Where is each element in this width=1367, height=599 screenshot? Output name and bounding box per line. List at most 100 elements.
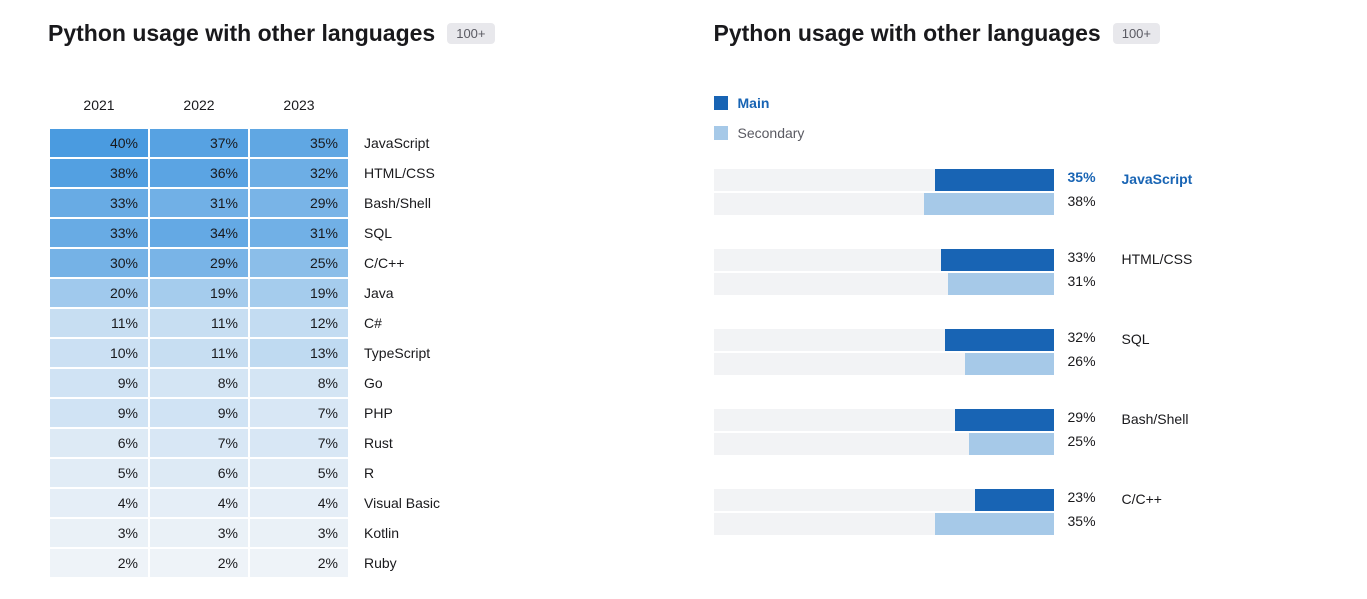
bar-value-main: 23% bbox=[1068, 489, 1108, 513]
bar-category-label: SQL bbox=[1122, 329, 1150, 347]
bar-fill-main bbox=[975, 489, 1053, 511]
heatmap-cell[interactable]: 19% bbox=[250, 279, 348, 307]
barchart-title: Python usage with other languages bbox=[714, 20, 1101, 47]
heatmap-cell[interactable]: 31% bbox=[150, 189, 248, 217]
heatmap-cell[interactable]: 9% bbox=[150, 399, 248, 427]
bar-value-main: 33% bbox=[1068, 249, 1108, 273]
legend: Main Secondary bbox=[714, 95, 1320, 141]
heatmap-table: 2021 2022 2023 40%37%35%JavaScript 38%36%… bbox=[48, 95, 512, 579]
bar-values: 35%38% bbox=[1068, 169, 1108, 217]
heatmap-cell[interactable]: 20% bbox=[50, 279, 148, 307]
bar-track-main bbox=[714, 409, 1054, 431]
heatmap-cell[interactable]: 3% bbox=[150, 519, 248, 547]
heatmap-cell[interactable]: 2% bbox=[150, 549, 248, 577]
heatmap-cell[interactable]: 9% bbox=[50, 399, 148, 427]
bar-track-secondary bbox=[714, 353, 1054, 375]
heatmap-cell[interactable]: 13% bbox=[250, 339, 348, 367]
legend-item-main[interactable]: Main bbox=[714, 95, 1320, 111]
legend-item-secondary[interactable]: Secondary bbox=[714, 125, 1320, 141]
heatmap-cell[interactable]: 35% bbox=[250, 129, 348, 157]
heatmap-row-label: JavaScript bbox=[350, 129, 510, 157]
bar-value-main: 29% bbox=[1068, 409, 1108, 433]
heatmap-cell[interactable]: 7% bbox=[250, 399, 348, 427]
heatmap-row: 30%29%25%C/C++ bbox=[50, 249, 510, 277]
heatmap-row: 20%19%19%Java bbox=[50, 279, 510, 307]
heatmap-cell[interactable]: 31% bbox=[250, 219, 348, 247]
heatmap-row: 9%8%8%Go bbox=[50, 369, 510, 397]
heatmap-row-label: Go bbox=[350, 369, 510, 397]
heatmap-cell[interactable]: 8% bbox=[250, 369, 348, 397]
heatmap-cell[interactable]: 32% bbox=[250, 159, 348, 187]
heatmap-cell[interactable]: 8% bbox=[150, 369, 248, 397]
heatmap-cell[interactable]: 2% bbox=[50, 549, 148, 577]
heatmap-cell[interactable]: 7% bbox=[150, 429, 248, 457]
heatmap-row: 2%2%2%Ruby bbox=[50, 549, 510, 577]
bar-fill-secondary bbox=[924, 193, 1053, 215]
heatmap-row-label: C# bbox=[350, 309, 510, 337]
heatmap-cell[interactable]: 4% bbox=[150, 489, 248, 517]
heatmap-cell[interactable]: 38% bbox=[50, 159, 148, 187]
legend-label-main: Main bbox=[738, 95, 770, 111]
bar-fill-secondary bbox=[948, 273, 1053, 295]
heatmap-cell[interactable]: 2% bbox=[250, 549, 348, 577]
heatmap-row-label: Visual Basic bbox=[350, 489, 510, 517]
heatmap-cell[interactable]: 37% bbox=[150, 129, 248, 157]
heatmap-title: Python usage with other languages bbox=[48, 20, 435, 47]
heatmap-row: 9%9%7%PHP bbox=[50, 399, 510, 427]
bar-group[interactable]: 23%35%C/C++ bbox=[714, 489, 1320, 537]
heatmap-cell[interactable]: 5% bbox=[50, 459, 148, 487]
heatmap-cell[interactable]: 6% bbox=[150, 459, 248, 487]
heatmap-row: 4%4%4%Visual Basic bbox=[50, 489, 510, 517]
heatmap-cell[interactable]: 25% bbox=[250, 249, 348, 277]
heatmap-header-row: 2021 2022 2023 bbox=[50, 97, 510, 127]
bar-group[interactable]: 29%25%Bash/Shell bbox=[714, 409, 1320, 457]
heatmap-cell[interactable]: 34% bbox=[150, 219, 248, 247]
heatmap-cell[interactable]: 4% bbox=[250, 489, 348, 517]
heatmap-cell[interactable]: 40% bbox=[50, 129, 148, 157]
heatmap-cell[interactable]: 12% bbox=[250, 309, 348, 337]
bar-fill-main bbox=[935, 169, 1054, 191]
heatmap-cell[interactable]: 11% bbox=[150, 339, 248, 367]
bar-group[interactable]: 35%38%JavaScript bbox=[714, 169, 1320, 217]
heatmap-cell[interactable]: 29% bbox=[250, 189, 348, 217]
year-col-2: 2023 bbox=[250, 97, 348, 127]
heatmap-cell[interactable]: 29% bbox=[150, 249, 248, 277]
legend-swatch-secondary bbox=[714, 126, 728, 140]
heatmap-cell[interactable]: 5% bbox=[250, 459, 348, 487]
heatmap-title-row: Python usage with other languages 100+ bbox=[48, 20, 654, 47]
legend-swatch-main bbox=[714, 96, 728, 110]
heatmap-row-label: R bbox=[350, 459, 510, 487]
heatmap-panel: Python usage with other languages 100+ 2… bbox=[48, 20, 654, 579]
heatmap-row: 3%3%3%Kotlin bbox=[50, 519, 510, 547]
bar-track-col bbox=[714, 489, 1054, 537]
bar-track-col bbox=[714, 329, 1054, 377]
bar-fill-main bbox=[941, 249, 1053, 271]
heatmap-cell[interactable]: 9% bbox=[50, 369, 148, 397]
bar-group[interactable]: 32%26%SQL bbox=[714, 329, 1320, 377]
bar-track-secondary bbox=[714, 273, 1054, 295]
heatmap-cell[interactable]: 11% bbox=[150, 309, 248, 337]
heatmap-cell[interactable]: 36% bbox=[150, 159, 248, 187]
heatmap-row: 11%11%12%C# bbox=[50, 309, 510, 337]
heatmap-cell[interactable]: 3% bbox=[50, 519, 148, 547]
barchart-badge: 100+ bbox=[1113, 23, 1160, 44]
heatmap-cell[interactable]: 11% bbox=[50, 309, 148, 337]
bar-fill-secondary bbox=[935, 513, 1054, 535]
barchart-title-row: Python usage with other languages 100+ bbox=[714, 20, 1320, 47]
heatmap-cell[interactable]: 3% bbox=[250, 519, 348, 547]
bar-track-secondary bbox=[714, 193, 1054, 215]
heatmap-row: 33%34%31%SQL bbox=[50, 219, 510, 247]
heatmap-cell[interactable]: 6% bbox=[50, 429, 148, 457]
bar-value-main: 32% bbox=[1068, 329, 1108, 353]
heatmap-row-label: Bash/Shell bbox=[350, 189, 510, 217]
heatmap-cell[interactable]: 19% bbox=[150, 279, 248, 307]
bar-category-label: Bash/Shell bbox=[1122, 409, 1189, 427]
heatmap-cell[interactable]: 33% bbox=[50, 219, 148, 247]
heatmap-cell[interactable]: 33% bbox=[50, 189, 148, 217]
heatmap-cell[interactable]: 30% bbox=[50, 249, 148, 277]
heatmap-cell[interactable]: 4% bbox=[50, 489, 148, 517]
heatmap-cell[interactable]: 7% bbox=[250, 429, 348, 457]
heatmap-cell[interactable]: 10% bbox=[50, 339, 148, 367]
bar-value-secondary: 38% bbox=[1068, 193, 1108, 217]
bar-group[interactable]: 33%31%HTML/CSS bbox=[714, 249, 1320, 297]
